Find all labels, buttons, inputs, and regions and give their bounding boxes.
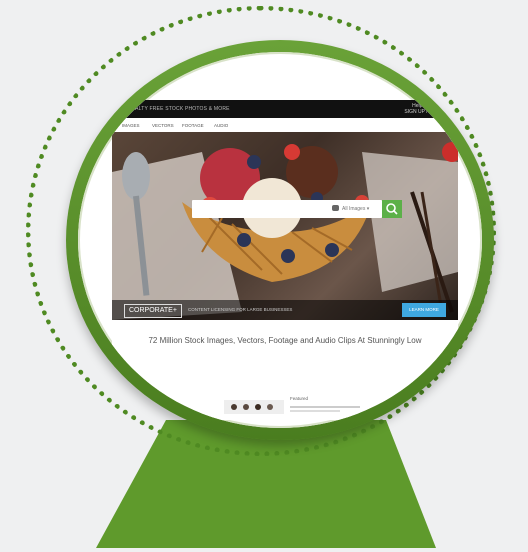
nav-item-vectors[interactable]: VECTORS	[152, 123, 174, 128]
search-button[interactable]	[382, 200, 402, 218]
nav-item-footage[interactable]: FOOTAGE	[182, 123, 204, 128]
signin-link[interactable]: SIGN UP / LOG IN	[404, 109, 446, 115]
corporate-banner: CORPORATE+ CONTENT LICENSING FOR LARGE B…	[112, 300, 458, 320]
nav-item-images[interactable]: IMAGES	[122, 123, 140, 128]
learn-more-button[interactable]: LEARN MORE	[402, 303, 446, 317]
tagline: 72 Million Stock Images, Vectors, Footag…	[148, 336, 422, 345]
magnifier-lens: ROYALTY FREE STOCK PHOTOS & MORE Help & …	[78, 52, 482, 428]
hero-image: All Images ▾ CORPORATE+ CONTENT LICENSIN…	[112, 132, 458, 320]
search-icon	[386, 203, 398, 215]
illustration: ROYALTY FREE STOCK PHOTOS & MORE Help & …	[0, 0, 528, 552]
corporate-text: CONTENT LICENSING FOR LARGE BUSINESSES	[188, 307, 293, 312]
site-topbar: ROYALTY FREE STOCK PHOTOS & MORE Help & …	[112, 100, 458, 118]
featured-label: Featured	[290, 396, 309, 401]
dessert-photo	[112, 142, 458, 320]
featured-thumbnails	[224, 400, 284, 414]
corporate-label: CORPORATE+	[124, 304, 182, 318]
camera-icon[interactable]	[332, 205, 339, 211]
nav-item-audio[interactable]: AUDIO	[214, 123, 228, 128]
site-brand[interactable]: ROYALTY FREE STOCK PHOTOS & MORE	[124, 106, 230, 112]
website-screenshot: ROYALTY FREE STOCK PHOTOS & MORE Help & …	[112, 100, 458, 420]
search-scope-select[interactable]: All Images ▾	[342, 206, 369, 212]
search-input[interactable]: All Images ▾	[192, 200, 382, 218]
site-nav: IMAGES VECTORS FOOTAGE AUDIO	[112, 118, 458, 132]
featured-text-lines	[290, 406, 360, 412]
